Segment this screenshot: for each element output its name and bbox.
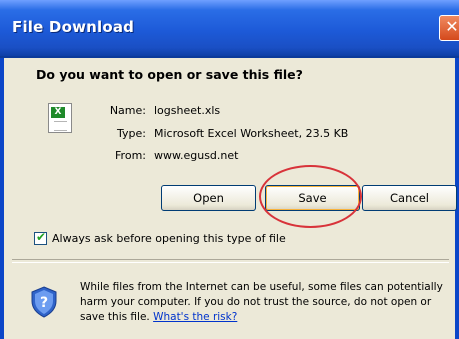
shield-question-icon: ?	[31, 286, 57, 318]
window-frame-left	[0, 58, 4, 339]
warning-line-3-row: save this file. What's the risk?	[80, 311, 237, 323]
from-value: www.egusd.net	[154, 149, 239, 162]
title-bar[interactable]: File Download ✕	[0, 0, 459, 58]
excel-file-icon: X	[48, 103, 72, 133]
always-ask-checkbox[interactable]: ✔	[34, 230, 47, 245]
warning-line-2: harm your computer. If you do not trust …	[80, 296, 432, 308]
warning-line-3: save this file.	[80, 311, 150, 323]
file-lines	[54, 121, 67, 131]
close-button[interactable]: ✕	[439, 15, 459, 41]
type-label: Type:	[117, 127, 146, 140]
dialog-question: Do you want to open or save this file?	[36, 67, 303, 82]
whats-the-risk-link[interactable]: What's the risk?	[153, 311, 237, 323]
file-download-dialog: File Download ✕ Do you want to open or s…	[0, 0, 459, 339]
name-value: logsheet.xls	[154, 104, 221, 117]
excel-badge: X	[51, 107, 65, 118]
cancel-button[interactable]: Cancel	[362, 185, 457, 211]
svg-text:?: ?	[40, 295, 48, 311]
window-title: File Download	[12, 18, 135, 36]
save-highlight-circle	[259, 165, 362, 228]
name-label: Name:	[109, 104, 146, 117]
checkmark-icon: ✔	[36, 230, 47, 244]
warning-line-1: While files from the Internet can be use…	[80, 281, 443, 293]
always-ask-label[interactable]: Always ask before opening this type of f…	[52, 232, 286, 245]
open-button[interactable]: Open	[161, 185, 256, 211]
separator	[12, 259, 449, 263]
from-label: From:	[115, 149, 146, 162]
type-value: Microsoft Excel Worksheet, 23.5 KB	[154, 127, 349, 140]
close-icon: ✕	[445, 17, 459, 36]
